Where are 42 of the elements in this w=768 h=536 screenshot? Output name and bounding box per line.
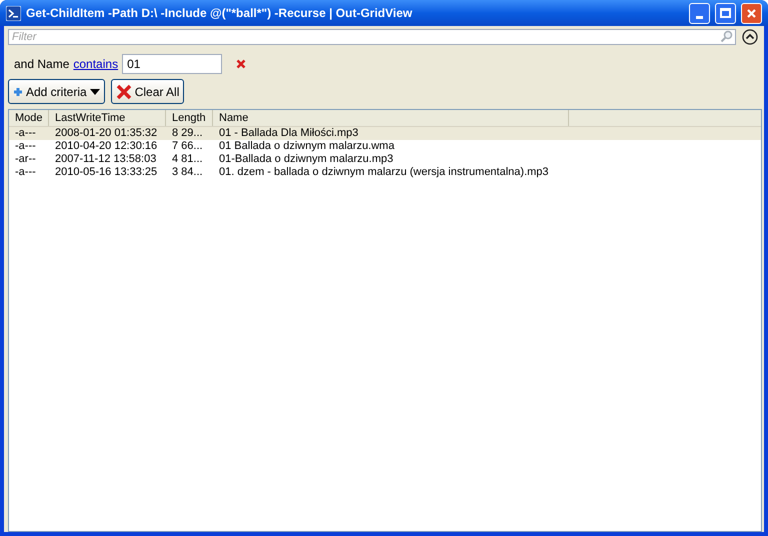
- table-cell-text: 2010-04-20 12:30:16: [54, 140, 158, 153]
- table-cell-text: 2007-11-12 13:58:03: [54, 153, 158, 166]
- table-cell-text: 7 66...: [171, 140, 204, 153]
- column-header[interactable]: Mode: [9, 110, 49, 126]
- table-cell-text: 2010-05-16 13:33:25: [54, 166, 158, 179]
- column-header[interactable]: Name: [213, 110, 569, 126]
- table-row[interactable]: -a--- 2010-04-20 12:30:16 7 66... 01 Ballada o dziwnym malarzu.wma: [9, 140, 761, 153]
- clear-all-button[interactable]: Clear All: [110, 79, 184, 104]
- table-row[interactable]: -ar-- 2007-11-12 13:58:03 4 81... 01-Ballada o dziwnym malarzu.mp3: [9, 153, 761, 166]
- table-cell-text: -a---: [14, 127, 37, 140]
- table-cell-text: 01. dzem - ballada o dziwnym malarzu (wersja instrumentalna).mp3: [218, 166, 550, 179]
- plus-icon: [13, 86, 23, 96]
- column-header[interactable]: Length: [166, 110, 213, 126]
- close-button[interactable]: [741, 2, 762, 24]
- window-title: Get-ChildItem -Path D:\ -Include @("*ball*") -Recurse | Out-GridView: [26, 5, 414, 22]
- table-cell-text: 01 Ballada o dziwnym malarzu.wma: [218, 140, 396, 153]
- terminal-icon: [6, 6, 21, 20]
- criteria-label: and Name: [14, 56, 70, 73]
- table-cell-text: -a---: [14, 140, 37, 153]
- caret-icon: [90, 88, 100, 94]
- table-cell-text: 4 81...: [171, 153, 204, 166]
- table-row[interactable]: -a--- 2010-05-16 13:33:25 3 84... 01. dzem - ballada o dziwnym malarzu (wersja instrumentalna).mp3: [9, 166, 761, 179]
- table-cell-text: 8 29...: [171, 127, 204, 140]
- criteria-value-field[interactable]: 01: [122, 54, 222, 74]
- table-cell-text: 2008-01-20 01:35:32: [54, 127, 158, 140]
- collapse-icon[interactable]: [742, 28, 758, 44]
- minimize-button[interactable]: [689, 2, 710, 24]
- add-criteria-button[interactable]: Add criteria: [8, 79, 105, 104]
- table-cell-text: 3 84...: [171, 166, 204, 179]
- remove-icon[interactable]: [236, 59, 246, 69]
- close-icon: [746, 8, 757, 18]
- table-cell-text: 01 - Ballada Dla Miłości.mp3: [218, 127, 360, 140]
- operator-link[interactable]: contains: [73, 55, 118, 73]
- table-cell-text: -a---: [14, 166, 37, 179]
- maximize-button[interactable]: [715, 2, 736, 24]
- filter-field[interactable]: Filter: [8, 28, 736, 45]
- table-cell-text: -ar--: [14, 153, 37, 166]
- table-cell-text: 01-Ballada o dziwnym malarzu.mp3: [218, 153, 394, 166]
- search-icon: [720, 30, 733, 42]
- clear-icon: [116, 84, 132, 100]
- table-row[interactable]: -a--- 2008-01-20 01:35:32 8 29... 01 - Ballada Dla Miłości.mp3: [9, 127, 761, 140]
- column-header[interactable]: LastWriteTime: [49, 110, 166, 126]
